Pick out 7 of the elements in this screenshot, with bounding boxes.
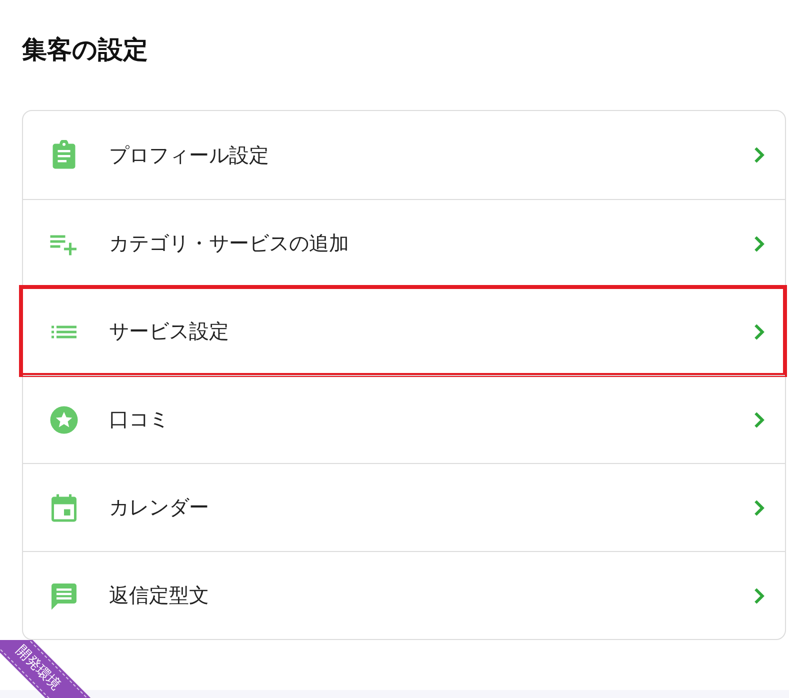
settings-item[interactable]: 口コミ	[23, 375, 785, 463]
page-title: 集客の設定	[22, 34, 149, 66]
settings-item[interactable]: サービス設定	[21, 287, 785, 375]
settings-item[interactable]: カテゴリ・サービスの追加	[23, 199, 785, 287]
settings-item[interactable]: 返信定型文	[23, 551, 785, 639]
settings-item[interactable]: プロフィール設定	[23, 111, 785, 199]
settings-item[interactable]: カレンダー	[23, 463, 785, 551]
